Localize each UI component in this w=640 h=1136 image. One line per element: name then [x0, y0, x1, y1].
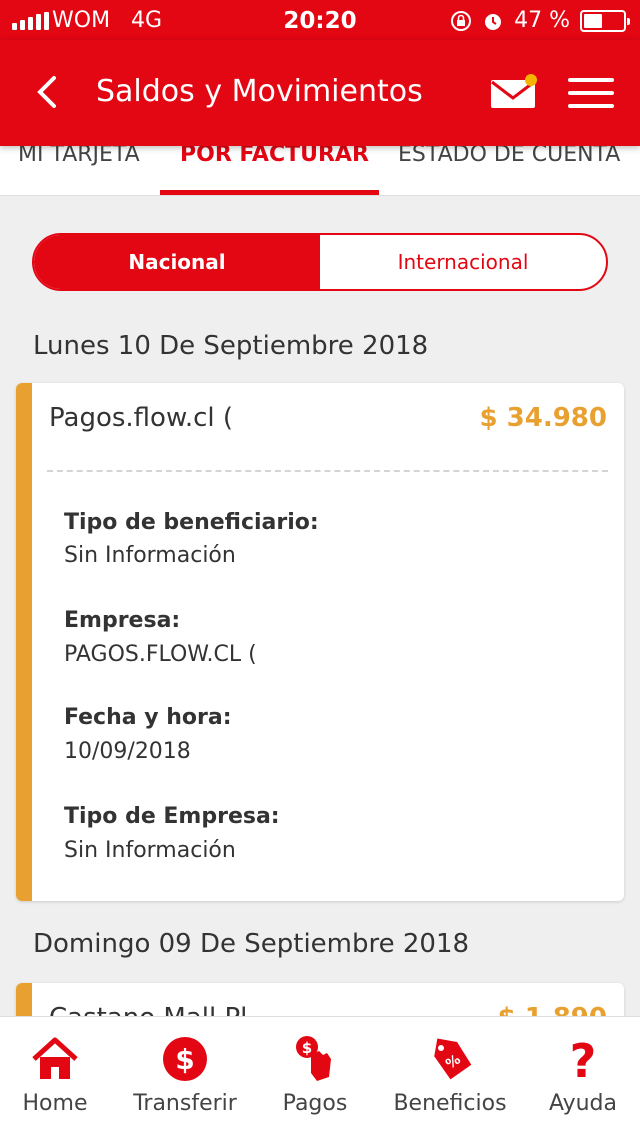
nav-ayuda-label: Ayuda — [549, 1091, 617, 1116]
field-label: Fecha y hora: — [64, 705, 232, 730]
notification-dot — [525, 74, 537, 86]
field-label: Empresa: — [64, 608, 181, 633]
transaction-amount: $ 34.980 — [479, 403, 607, 433]
date-header: Lunes 10 De Septiembre 2018 — [33, 331, 429, 361]
hamburger-menu-icon[interactable] — [568, 78, 614, 108]
alarm-icon — [485, 13, 502, 30]
page-title: Saldos y Movimientos — [96, 74, 423, 109]
card-accent-bar — [16, 383, 32, 901]
home-icon — [32, 1037, 78, 1079]
divider — [47, 470, 608, 472]
battery-percent: 47 % — [514, 8, 570, 33]
merchant-name: Pagos.flow.cl ( — [49, 403, 234, 433]
rotation-lock-icon — [451, 10, 472, 31]
field-value: PAGOS.FLOW.CL ( — [64, 642, 257, 667]
hand-dollar-icon: $ — [296, 1036, 331, 1081]
question-icon: ? — [570, 1034, 597, 1085]
region-toggle: Nacional Internacional — [32, 233, 608, 291]
segment-nacional[interactable]: Nacional — [34, 235, 320, 289]
nav-beneficios-label: Beneficios — [393, 1091, 507, 1116]
back-arrow-icon[interactable] — [28, 70, 68, 114]
nav-transferir-label: Transferir — [133, 1091, 237, 1116]
battery-icon — [580, 9, 630, 32]
date-header: Domingo 09 De Septiembre 2018 — [33, 929, 470, 959]
segment-internacional[interactable]: Internacional — [320, 235, 606, 289]
app-header: Saldos y Movimientos — [0, 40, 640, 146]
discount-tag-icon: % — [434, 1038, 472, 1080]
field-value: Sin Información — [64, 838, 236, 863]
mail-icon[interactable] — [490, 74, 538, 110]
active-tab-indicator — [160, 190, 379, 195]
svg-text:$: $ — [175, 1043, 194, 1076]
nav-pagos[interactable]: $ Pagos — [260, 1017, 370, 1136]
field-label: Tipo de beneficiario: — [64, 510, 319, 535]
nav-home[interactable]: Home — [0, 1017, 110, 1136]
nav-beneficios[interactable]: % Beneficios — [380, 1017, 520, 1136]
dollar-icon: $ — [163, 1037, 207, 1081]
svg-text:$: $ — [302, 1039, 312, 1057]
nav-home-label: Home — [22, 1091, 88, 1116]
nav-transferir[interactable]: $ Transferir — [120, 1017, 250, 1136]
transaction-card[interactable]: Pagos.flow.cl ( $ 34.980 Tipo de benefic… — [16, 383, 624, 901]
field-value: Sin Información — [64, 543, 236, 568]
nav-pagos-label: Pagos — [282, 1091, 348, 1116]
bottom-nav: Home $ Transferir $ Pagos % Beneficios ?… — [0, 1016, 640, 1136]
svg-text:?: ? — [570, 1034, 597, 1085]
field-value: 10/09/2018 — [64, 739, 191, 764]
field-label: Tipo de Empresa: — [64, 804, 280, 829]
status-bar: WOM 4G 20:20 47 % — [0, 0, 640, 40]
nav-ayuda[interactable]: ? Ayuda — [530, 1017, 636, 1136]
